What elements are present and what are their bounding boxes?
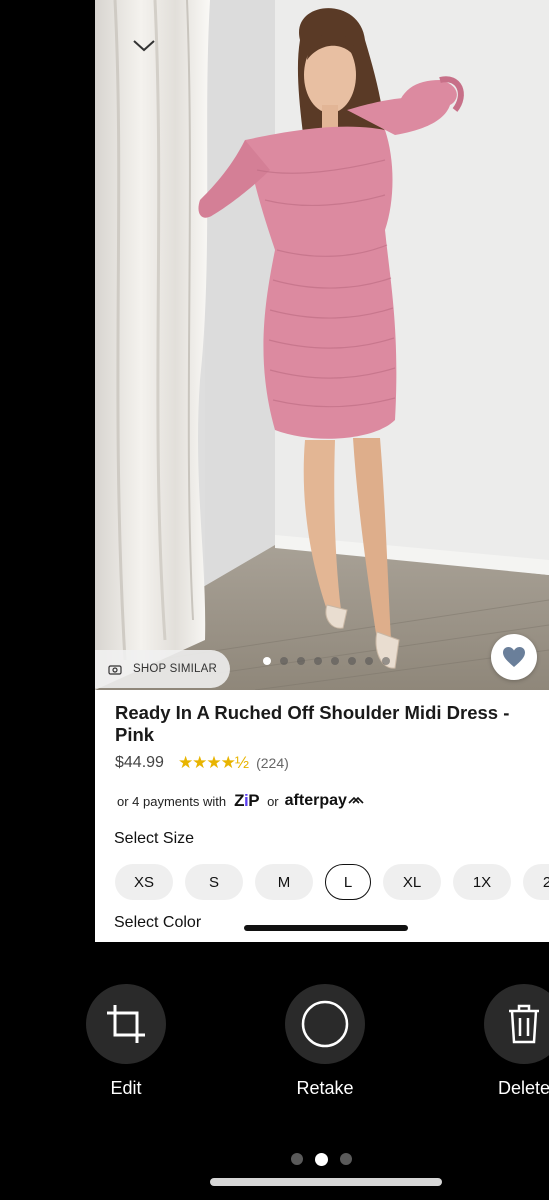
screenshot-preview: SHOP SIMILAR Ready In A Ruched Off Shoul… bbox=[95, 0, 549, 942]
image-pager-dot[interactable] bbox=[348, 657, 356, 665]
review-count[interactable]: (224) bbox=[256, 755, 289, 771]
product-image bbox=[95, 0, 549, 690]
image-pager-dot[interactable] bbox=[280, 657, 288, 665]
size-option-2x[interactable]: 2X bbox=[523, 864, 549, 900]
retake-label: Retake bbox=[296, 1078, 354, 1098]
home-indicator[interactable] bbox=[210, 1178, 442, 1186]
size-option-l[interactable]: L bbox=[325, 864, 371, 900]
size-option-m[interactable]: M bbox=[255, 864, 313, 900]
afterpay-label: afterpay bbox=[284, 792, 347, 809]
product-price: $44.99 bbox=[115, 754, 164, 771]
image-pager-dot[interactable] bbox=[297, 657, 305, 665]
delete-icon-circle[interactable] bbox=[484, 984, 549, 1064]
size-option-s[interactable]: S bbox=[185, 864, 243, 900]
screenshot-pager bbox=[291, 1152, 352, 1166]
shutter-circle-icon bbox=[301, 1000, 349, 1048]
favorite-button[interactable] bbox=[491, 634, 537, 680]
trash-icon bbox=[509, 1004, 539, 1044]
afterpay-logo[interactable]: afterpay bbox=[285, 792, 365, 810]
edit-label: Edit bbox=[110, 1078, 142, 1098]
pager-dot[interactable] bbox=[291, 1153, 303, 1165]
captured-home-indicator bbox=[244, 925, 408, 931]
screenshot-actions: Edit Retake Delete bbox=[0, 984, 549, 1104]
image-pager-dot[interactable] bbox=[263, 657, 271, 665]
heart-icon bbox=[503, 647, 525, 667]
image-pager-dot[interactable] bbox=[382, 657, 390, 665]
size-options: XS S M L XL 1X 2X bbox=[115, 864, 549, 900]
product-title: Ready In A Ruched Off Shoulder Midi Dres… bbox=[115, 702, 510, 745]
delete-label: Delete bbox=[497, 1078, 549, 1098]
payments-or: or bbox=[267, 793, 279, 809]
size-option-1x[interactable]: 1X bbox=[453, 864, 511, 900]
installment-payments: or 4 payments with ZiP or afterpay bbox=[117, 791, 365, 811]
size-option-xs[interactable]: XS bbox=[115, 864, 173, 900]
image-pager-dot[interactable] bbox=[331, 657, 339, 665]
pager-dot[interactable] bbox=[340, 1153, 352, 1165]
retake-icon-circle[interactable] bbox=[285, 984, 365, 1064]
price-row: $44.99 ★★★★½ (224) bbox=[115, 753, 289, 773]
rating-stars[interactable]: ★★★★½ bbox=[178, 753, 249, 773]
size-option-xl[interactable]: XL bbox=[383, 864, 441, 900]
retake-button[interactable]: Retake bbox=[265, 984, 385, 1099]
select-color-label: Select Color bbox=[114, 914, 202, 931]
zip-logo[interactable]: ZiP bbox=[234, 791, 259, 811]
afterpay-arrows-icon bbox=[348, 796, 364, 804]
delete-button[interactable]: Delete bbox=[464, 984, 549, 1099]
camera-icon bbox=[108, 664, 122, 675]
pager-dot[interactable] bbox=[315, 1152, 328, 1166]
chevron-down-icon[interactable] bbox=[131, 36, 157, 54]
image-pager-dot[interactable] bbox=[365, 657, 373, 665]
image-pager-dot[interactable] bbox=[314, 657, 322, 665]
product-photo[interactable]: SHOP SIMILAR bbox=[95, 0, 549, 690]
shop-similar-button[interactable]: SHOP SIMILAR bbox=[95, 650, 230, 688]
payments-prefix: or 4 payments with bbox=[117, 793, 227, 809]
image-pager bbox=[263, 657, 390, 665]
edit-button[interactable]: Edit bbox=[66, 984, 186, 1099]
shop-similar-label: SHOP SIMILAR bbox=[133, 663, 217, 675]
crop-icon bbox=[107, 1005, 145, 1043]
select-size-label: Select Size bbox=[114, 830, 195, 847]
edit-icon-circle[interactable] bbox=[86, 984, 166, 1064]
